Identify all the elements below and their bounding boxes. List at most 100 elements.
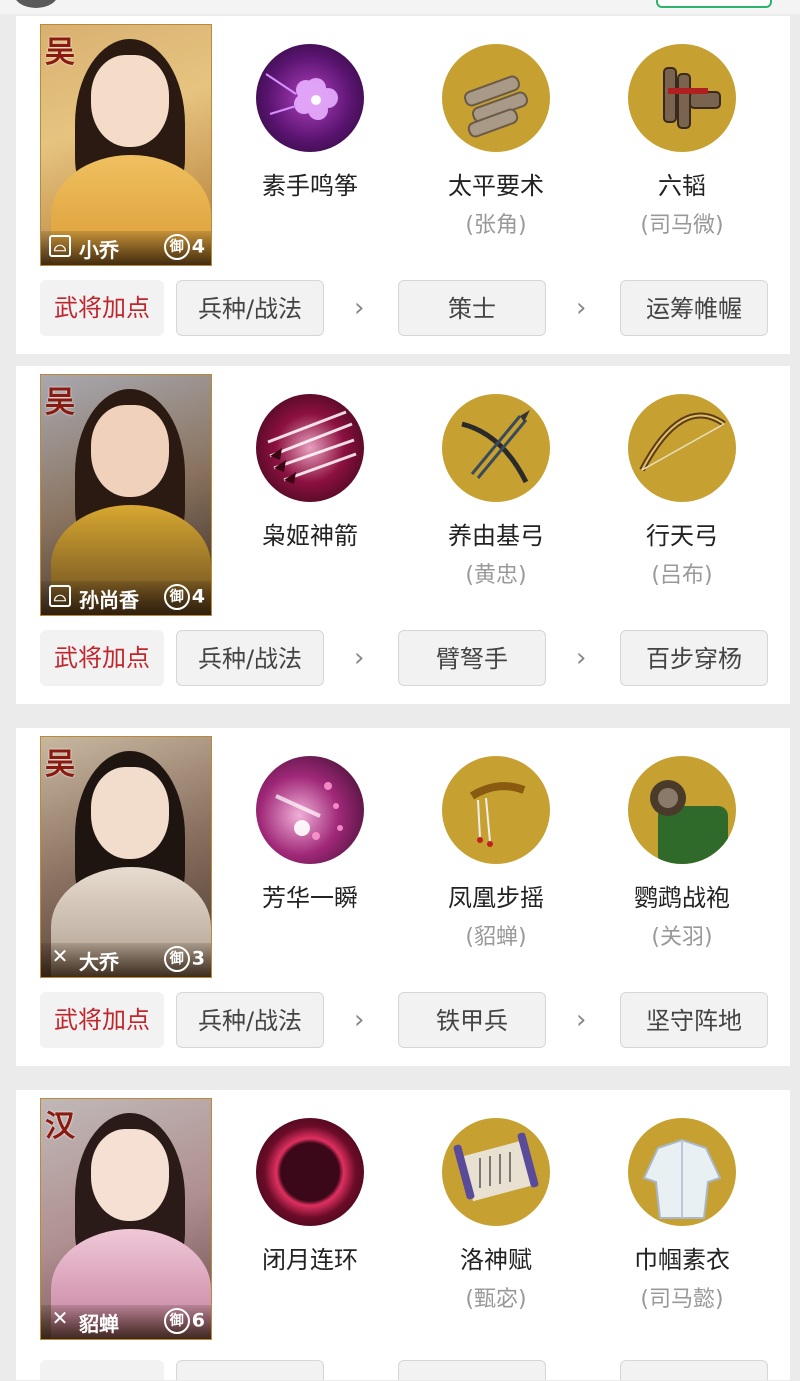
path-step-3[interactable]: 运筹帷幄 bbox=[620, 280, 768, 336]
treasure-owner: (司马懿) bbox=[640, 1287, 724, 1312]
hero-card-diaochan: 汉 ✕ 貂蝉 御6 闭月连环 洛神赋 (甄宓) 巾帼素衣 (司马懿) bbox=[16, 1090, 790, 1380]
treasure-name: 鹦鹉战袍 bbox=[634, 884, 730, 912]
path-step-1[interactable]: 兵种/战法 bbox=[176, 280, 324, 336]
path-step-2[interactable]: 铁甲兵 bbox=[398, 992, 546, 1048]
hero-name: 大乔 bbox=[79, 950, 119, 974]
treasure-item-2[interactable]: 六韬 (司马微) bbox=[602, 44, 762, 239]
skill-name: 枭姬神箭 bbox=[262, 522, 358, 550]
flower-skill-icon bbox=[256, 44, 364, 152]
treasure-owner: (吕布) bbox=[651, 563, 713, 588]
treasure-name: 巾帼素衣 bbox=[634, 1246, 730, 1274]
treasure-item-1[interactable]: 洛神赋 (甄宓) bbox=[416, 1118, 576, 1313]
arrow-right-icon: › bbox=[354, 293, 365, 323]
treasure-owner: (关羽) bbox=[651, 925, 713, 950]
attribute-path-row-partial bbox=[40, 1360, 780, 1380]
treasure-owner: (貂蝉) bbox=[465, 925, 527, 950]
treasure-item-2[interactable]: 鹦鹉战袍 (关羽) bbox=[602, 756, 762, 951]
hero-portrait[interactable]: 吴 ✕ 大乔 御3 bbox=[40, 736, 212, 978]
path-step-3[interactable] bbox=[620, 1360, 768, 1380]
skill-item[interactable]: 枭姬神箭 bbox=[230, 394, 390, 551]
path-step-1[interactable] bbox=[176, 1360, 324, 1380]
arrow-volley-skill-icon bbox=[256, 394, 364, 502]
bow-class-icon: ⌓ bbox=[49, 585, 71, 607]
faction-badge: 汉 bbox=[45, 1109, 75, 1144]
treasure-owner: (张角) bbox=[465, 213, 527, 238]
arrow-right-icon: › bbox=[576, 643, 587, 673]
attribute-path-row: 武将加点 兵种/战法 › 策士 › 运筹帷幄 bbox=[40, 280, 780, 338]
treasure-name: 太平要术 bbox=[448, 172, 544, 200]
arrow-right-icon: › bbox=[576, 1005, 587, 1035]
treasure-item-2[interactable]: 巾帼素衣 (司马懿) bbox=[602, 1118, 762, 1313]
treasure-item-2[interactable]: 行天弓 (吕布) bbox=[602, 394, 762, 589]
path-step-3[interactable]: 坚守阵地 bbox=[620, 992, 768, 1048]
scroll-bundle-icon bbox=[442, 44, 550, 152]
avatar[interactable] bbox=[14, 0, 58, 8]
bow-arrows-icon bbox=[442, 394, 550, 502]
crossed-swords-class-icon: ✕ bbox=[51, 1306, 69, 1330]
treasure-name: 养由基弓 bbox=[448, 522, 544, 550]
dragon-robe-icon bbox=[628, 756, 736, 864]
open-scroll-icon bbox=[442, 1118, 550, 1226]
faction-badge: 吴 bbox=[45, 385, 75, 420]
attribute-path-row: 武将加点 兵种/战法 › 臂弩手 › 百步穿杨 bbox=[40, 630, 780, 688]
longbow-icon bbox=[628, 394, 736, 502]
skill-item[interactable]: 素手鸣筝 bbox=[230, 44, 390, 201]
rank-badge: 御4 bbox=[163, 584, 205, 610]
bamboo-scroll-icon bbox=[628, 44, 736, 152]
treasure-name: 行天弓 bbox=[646, 522, 718, 550]
row-tag: 武将加点 bbox=[40, 630, 164, 686]
treasure-item-1[interactable]: 凤凰步摇 (貂蝉) bbox=[416, 756, 576, 951]
skill-item[interactable]: 闭月连环 bbox=[230, 1118, 390, 1275]
treasure-owner: (司马微) bbox=[640, 213, 724, 238]
arrow-right-icon: › bbox=[354, 1005, 365, 1035]
treasure-name: 洛神赋 bbox=[460, 1246, 532, 1274]
faction-badge: 吴 bbox=[45, 35, 75, 70]
faction-badge: 吴 bbox=[45, 747, 75, 782]
path-step-1[interactable]: 兵种/战法 bbox=[176, 630, 324, 686]
rank-badge: 御3 bbox=[163, 946, 205, 972]
path-step-2[interactable]: 策士 bbox=[398, 280, 546, 336]
arrow-right-icon: › bbox=[576, 293, 587, 323]
row-tag-peek bbox=[40, 1360, 164, 1380]
moon-ring-skill-icon bbox=[256, 1118, 364, 1226]
attribute-path-row: 武将加点 兵种/战法 › 铁甲兵 › 坚守阵地 bbox=[40, 992, 780, 1050]
row-tag: 武将加点 bbox=[40, 280, 164, 336]
nameplate: ✕ 貂蝉 御6 bbox=[41, 1305, 211, 1339]
hairpin-icon bbox=[442, 756, 550, 864]
hero-name: 孙尚香 bbox=[79, 588, 139, 612]
hero-name: 貂蝉 bbox=[79, 1312, 119, 1336]
hero-portrait[interactable]: 汉 ✕ 貂蝉 御6 bbox=[40, 1098, 212, 1340]
hero-portrait[interactable]: 吴 ⌓ 小乔 御4 bbox=[40, 24, 212, 266]
rank-badge: 御6 bbox=[163, 1308, 205, 1334]
nameplate: ⌓ 孙尚香 御4 bbox=[41, 581, 211, 615]
treasure-item-1[interactable]: 养由基弓 (黄忠) bbox=[416, 394, 576, 589]
treasure-name: 凤凰步摇 bbox=[448, 884, 544, 912]
path-step-3[interactable]: 百步穿杨 bbox=[620, 630, 768, 686]
nameplate: ⌓ 小乔 御4 bbox=[41, 231, 211, 265]
top-bar bbox=[0, 0, 800, 14]
treasure-item-1[interactable]: 太平要术 (张角) bbox=[416, 44, 576, 239]
rank-badge: 御4 bbox=[163, 234, 205, 260]
crossed-swords-class-icon: ✕ bbox=[51, 944, 69, 968]
treasure-owner: (甄宓) bbox=[465, 1287, 527, 1312]
row-tag: 武将加点 bbox=[40, 992, 164, 1048]
bow-class-icon: ⌓ bbox=[49, 235, 71, 257]
nameplate: ✕ 大乔 御3 bbox=[41, 943, 211, 977]
white-robe-icon bbox=[628, 1118, 736, 1226]
path-step-1[interactable]: 兵种/战法 bbox=[176, 992, 324, 1048]
arrow-right-icon: › bbox=[354, 643, 365, 673]
skill-name: 闭月连环 bbox=[262, 1246, 358, 1274]
hero-name: 小乔 bbox=[79, 238, 119, 262]
petal-burst-skill-icon bbox=[256, 756, 364, 864]
follow-button[interactable] bbox=[656, 0, 772, 8]
skill-item[interactable]: 芳华一瞬 bbox=[230, 756, 390, 913]
hero-card-sunshangxiang: 吴 ⌓ 孙尚香 御4 枭姬神箭 养由基弓 (黄忠) 行天弓 (吕布) 武将加点 … bbox=[16, 366, 790, 704]
hero-card-daqiao: 吴 ✕ 大乔 御3 芳华一瞬 凤凰步摇 (貂蝉) 鹦鹉战袍 (关羽) 武将加点 … bbox=[16, 728, 790, 1066]
hero-portrait[interactable]: 吴 ⌓ 孙尚香 御4 bbox=[40, 374, 212, 616]
treasure-name: 六韬 bbox=[658, 172, 706, 200]
path-step-2[interactable]: 臂弩手 bbox=[398, 630, 546, 686]
skill-name: 芳华一瞬 bbox=[262, 884, 358, 912]
treasure-owner: (黄忠) bbox=[465, 563, 527, 588]
skill-name: 素手鸣筝 bbox=[262, 172, 358, 200]
path-step-2[interactable] bbox=[398, 1360, 546, 1380]
